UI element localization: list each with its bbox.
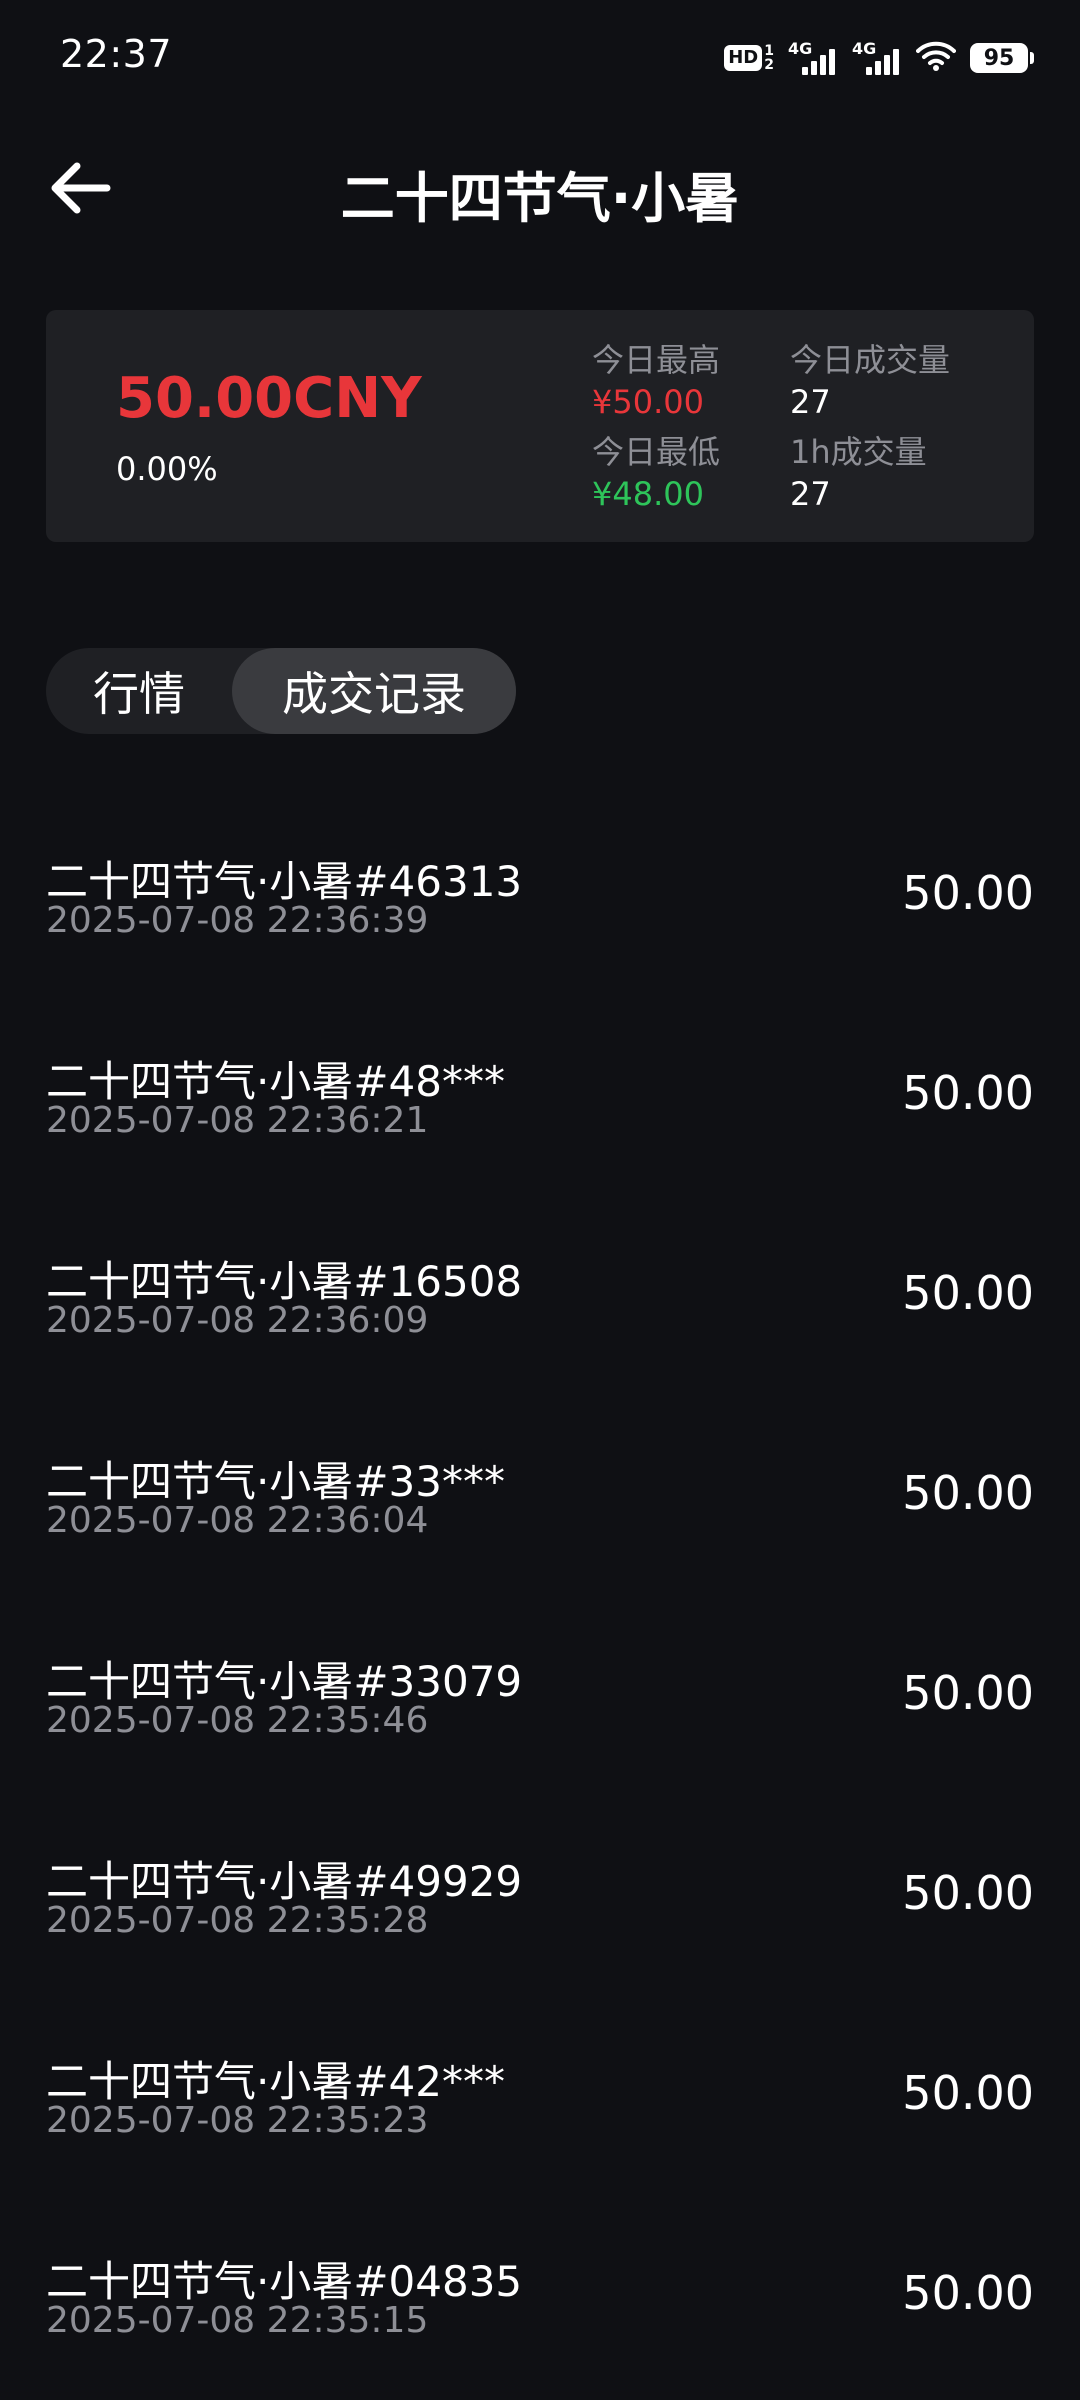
today-high-value: ¥50.00 — [592, 383, 704, 421]
price-summary-card: 50.00CNY 0.00% 今日最高 ¥50.00 今日成交量 27 今日最低… — [46, 310, 1034, 542]
today-volume-value: 27 — [790, 383, 831, 421]
status-bar: 22:37 HD 1 2 4G 4G 95 — [0, 0, 1080, 112]
trade-row[interactable]: 二十四节气·小暑#33079 2025-07-08 22:35:46 50.00 — [46, 1596, 1034, 1796]
today-low-value: ¥48.00 — [592, 475, 704, 513]
tab-trade-records[interactable]: 成交记录 — [232, 648, 516, 734]
status-icons: HD 1 2 4G 4G 95 — [724, 36, 1034, 80]
trade-time: 2025-07-08 22:36:04 — [46, 1500, 429, 1541]
trade-price: 50.00 — [902, 1866, 1034, 1920]
today-low-stat: 今日最低 ¥48.00 — [592, 432, 720, 514]
tab-market[interactable]: 行情 — [46, 648, 232, 734]
trade-time: 2025-07-08 22:35:23 — [46, 2100, 429, 2141]
trade-row[interactable]: 二十四节气·小暑#16508 2025-07-08 22:36:09 50.00 — [46, 1196, 1034, 1396]
trade-time: 2025-07-08 22:35:28 — [46, 1900, 429, 1941]
status-time: 22:37 — [60, 32, 173, 76]
trade-list: 二十四节气·小暑#46313 2025-07-08 22:36:39 50.00… — [46, 796, 1034, 2396]
trade-time: 2025-07-08 22:36:09 — [46, 1300, 429, 1341]
today-high-label: 今日最高 — [592, 341, 721, 379]
header: 二十四节气·小暑 — [0, 130, 1080, 240]
battery-icon: 95 — [970, 43, 1034, 73]
today-high-stat: 今日最高 ¥50.00 — [592, 340, 720, 422]
wifi-icon — [916, 40, 956, 76]
trade-price: 50.00 — [902, 1466, 1034, 1520]
today-volume-stat: 今日成交量 27 — [790, 340, 950, 422]
trade-row[interactable]: 二十四节气·小暑#04835 2025-07-08 22:35:15 50.00 — [46, 2196, 1034, 2396]
trade-time: 2025-07-08 22:35:46 — [46, 1700, 429, 1741]
hour-volume-stat: 1h成交量 27 — [790, 432, 927, 514]
trade-price: 50.00 — [902, 1066, 1034, 1120]
hour-volume-value: 27 — [790, 475, 831, 513]
trade-row[interactable]: 二十四节气·小暑#49929 2025-07-08 22:35:28 50.00 — [46, 1796, 1034, 1996]
tab-bar: 行情 成交记录 — [46, 648, 516, 734]
hd-icon: HD 1 2 — [724, 44, 774, 72]
trade-price: 50.00 — [902, 866, 1034, 920]
signal-icon: 4G — [788, 39, 838, 75]
current-price: 50.00CNY — [116, 366, 422, 431]
price-change: 0.00% — [116, 450, 218, 488]
trade-row[interactable]: 二十四节气·小暑#48*** 2025-07-08 22:36:21 50.00 — [46, 996, 1034, 1196]
trade-price: 50.00 — [902, 2066, 1034, 2120]
page-title: 二十四节气·小暑 — [340, 167, 740, 230]
trade-price: 50.00 — [902, 2266, 1034, 2320]
trade-row[interactable]: 二十四节气·小暑#33*** 2025-07-08 22:36:04 50.00 — [46, 1396, 1034, 1596]
trade-row[interactable]: 二十四节气·小暑#46313 2025-07-08 22:36:39 50.00 — [46, 796, 1034, 996]
hour-volume-label: 1h成交量 — [790, 433, 927, 471]
trade-price: 50.00 — [902, 1666, 1034, 1720]
today-volume-label: 今日成交量 — [790, 341, 951, 379]
trade-row[interactable]: 二十四节气·小暑#42*** 2025-07-08 22:35:23 50.00 — [46, 1996, 1034, 2196]
trade-time: 2025-07-08 22:35:15 — [46, 2300, 429, 2341]
trade-time: 2025-07-08 22:36:21 — [46, 1100, 429, 1141]
trade-time: 2025-07-08 22:36:39 — [46, 900, 429, 941]
trade-price: 50.00 — [902, 1266, 1034, 1320]
signal-icon: 4G — [852, 39, 902, 75]
today-low-label: 今日最低 — [592, 433, 721, 471]
